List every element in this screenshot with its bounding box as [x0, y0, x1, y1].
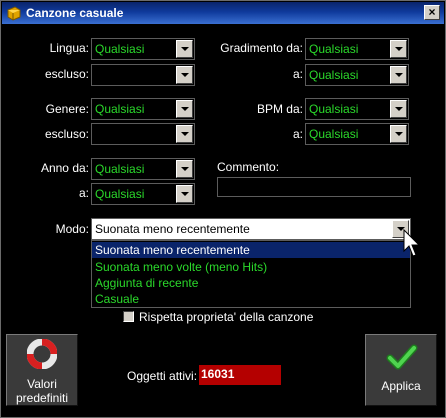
close-button[interactable]: ×	[424, 5, 440, 20]
lingua-escluso-label: escluso:	[44, 67, 89, 81]
mouse-cursor-icon	[403, 229, 421, 257]
modo-option[interactable]: Casuale	[92, 291, 410, 307]
lifebuoy-icon	[27, 339, 57, 369]
modo-value: Suonata meno recentemente	[95, 222, 250, 236]
lingua-escluso-select[interactable]	[91, 64, 195, 86]
bpm-a-value: Qualsiasi	[309, 127, 359, 141]
chevron-down-icon[interactable]	[176, 160, 193, 178]
bpm-a-label: a:	[292, 127, 303, 141]
apply-button[interactable]: Applica	[365, 334, 437, 406]
genere-escluso-label: escluso:	[44, 127, 89, 141]
bpm-da-select[interactable]: Qualsiasi	[305, 98, 409, 120]
rispetta-label: Rispetta proprieta' della canzone	[139, 310, 314, 324]
bpm-da-value: Qualsiasi	[309, 102, 359, 116]
anno-da-select[interactable]: Qualsiasi	[91, 158, 195, 180]
bpm-da-label: BPM da:	[256, 102, 303, 116]
anno-a-label: a:	[78, 186, 89, 200]
chevron-down-icon[interactable]	[390, 40, 407, 58]
title-bar[interactable]: Canzone casuale ×	[2, 2, 444, 24]
genere-value: Qualsiasi	[95, 102, 145, 116]
chevron-down-icon[interactable]	[390, 125, 407, 143]
active-items-label: Oggetti attivi:	[127, 369, 198, 383]
gradimento-da-value: Qualsiasi	[309, 42, 359, 56]
genere-select[interactable]: Qualsiasi	[91, 98, 195, 120]
gradimento-da-label: Gradimento da:	[220, 41, 303, 55]
gradimento-a-select[interactable]: Qualsiasi	[305, 64, 409, 86]
rispetta-checkbox[interactable]	[123, 311, 134, 322]
anno-a-value: Qualsiasi	[95, 187, 145, 201]
lingua-label: Lingua:	[49, 41, 89, 55]
gradimento-a-label: a:	[292, 67, 303, 81]
checkmark-icon	[386, 344, 418, 370]
modo-option[interactable]: Aggiunta di recente	[92, 275, 410, 291]
random-song-dialog: Canzone casuale × Lingua: Qualsiasi escl…	[0, 0, 446, 418]
commento-label: Commento:	[217, 160, 280, 174]
chevron-down-icon[interactable]	[176, 185, 193, 203]
modo-label: Modo:	[55, 222, 89, 236]
defaults-button-line2: predefiniti	[15, 391, 69, 405]
modo-option[interactable]: Suonata meno recentemente	[92, 242, 410, 258]
gradimento-a-value: Qualsiasi	[309, 68, 359, 82]
lingua-select[interactable]: Qualsiasi	[91, 38, 195, 60]
genere-label: Genere:	[45, 102, 89, 116]
anno-da-label: Anno da:	[40, 161, 89, 175]
apply-button-label: Applica	[381, 379, 421, 393]
chevron-down-icon[interactable]	[390, 100, 407, 118]
defaults-button-line1: Valori	[27, 377, 57, 391]
lingua-value: Qualsiasi	[95, 42, 145, 56]
commento-field[interactable]	[217, 177, 411, 197]
gradimento-da-select[interactable]: Qualsiasi	[305, 38, 409, 60]
chevron-down-icon[interactable]	[176, 125, 193, 143]
genere-escluso-select[interactable]	[91, 123, 195, 145]
defaults-button[interactable]: Valori predefiniti	[6, 334, 78, 406]
app-icon	[7, 6, 21, 21]
bpm-a-select[interactable]: Qualsiasi	[305, 123, 409, 145]
modo-option[interactable]: Suonata meno volte (meno Hits)	[92, 259, 410, 275]
window-title: Canzone casuale	[26, 6, 124, 20]
chevron-down-icon[interactable]	[390, 66, 407, 84]
anno-da-value: Qualsiasi	[95, 162, 145, 176]
anno-a-select[interactable]: Qualsiasi	[91, 183, 195, 205]
chevron-down-icon[interactable]	[176, 40, 193, 58]
modo-select[interactable]: Suonata meno recentemente	[91, 218, 411, 240]
modo-dropdown-list: Suonata meno recentemente Suonata meno v…	[91, 240, 411, 308]
chevron-down-icon[interactable]	[176, 100, 193, 118]
active-items-count: 16031	[199, 365, 281, 385]
chevron-down-icon[interactable]	[176, 66, 193, 84]
